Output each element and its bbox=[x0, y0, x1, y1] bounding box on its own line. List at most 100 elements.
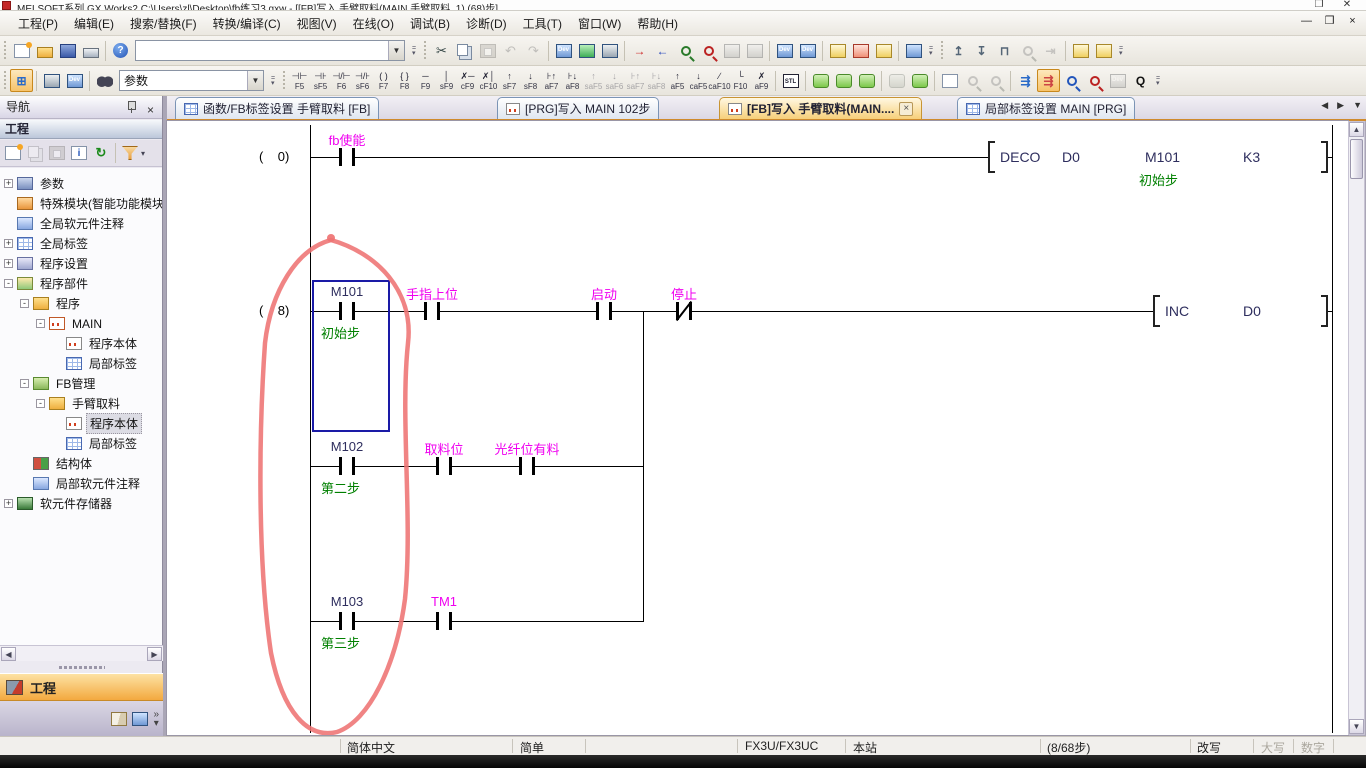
finger-up-contact[interactable] bbox=[424, 302, 440, 320]
tree-item-program-setting[interactable]: +程序设置 bbox=[4, 254, 91, 273]
program-find2-button[interactable] bbox=[984, 69, 1007, 92]
tree-item-pou[interactable]: -程序部件 bbox=[4, 274, 91, 293]
display-zoom-button[interactable]: Q bbox=[1129, 69, 1152, 92]
pin-icon[interactable] bbox=[126, 101, 136, 113]
menu-item[interactable]: 帮助(H) bbox=[629, 12, 686, 35]
menu-item[interactable]: 在线(O) bbox=[345, 12, 402, 35]
deco-arg2[interactable]: M101 bbox=[1145, 149, 1180, 165]
ladder-toolbar2-overflow-button[interactable]: =▾ bbox=[1152, 70, 1164, 92]
verify-with-plc-button[interactable] bbox=[674, 39, 697, 62]
filter-dropdown-icon[interactable]: ▾ bbox=[141, 149, 145, 158]
tree-item-local-device-comment[interactable]: 局部软元件注释 bbox=[33, 474, 143, 493]
device-comment-display-button[interactable] bbox=[552, 39, 575, 62]
scroll-up-icon[interactable]: ▲ bbox=[1349, 122, 1364, 137]
trace-search-button[interactable] bbox=[1016, 39, 1039, 62]
inc-arg1[interactable]: D0 bbox=[1243, 303, 1261, 319]
program-check-button[interactable] bbox=[938, 69, 961, 92]
ladder-symbol-key-button[interactable]: ↓saF6 bbox=[604, 68, 625, 94]
note-batch-button[interactable] bbox=[908, 69, 931, 92]
device-display-button[interactable] bbox=[63, 69, 86, 92]
tree-item-fb-management[interactable]: -FB管理 bbox=[20, 374, 98, 393]
comment-display-toggle-button[interactable]: ⇶ bbox=[1014, 69, 1037, 92]
ladder-symbol-key-button[interactable]: ⊦↑saF7 bbox=[625, 68, 646, 94]
verify-diff-button[interactable] bbox=[697, 39, 720, 62]
combo2-dropdown-icon[interactable]: ▼ bbox=[247, 71, 263, 90]
note-edit-button[interactable] bbox=[832, 69, 855, 92]
ladder-symbol-key-button[interactable]: ↓sF8 bbox=[520, 68, 541, 94]
new-file-button[interactable] bbox=[10, 39, 33, 62]
ladder-symbol-key-button[interactable]: { }F8 bbox=[394, 68, 415, 94]
menu-item[interactable]: 诊断(D) bbox=[458, 12, 515, 35]
menu-item[interactable]: 工程(P) bbox=[10, 12, 66, 35]
ladder-symbol-key-button[interactable]: ⊦↓saF8 bbox=[646, 68, 667, 94]
write-to-plc-button[interactable]: → bbox=[628, 39, 651, 62]
function-block-selection-button[interactable] bbox=[40, 69, 63, 92]
ladder-symbol-key-button[interactable]: ✗│cF10 bbox=[478, 68, 499, 94]
tab-local-label-setting[interactable]: 局部标签设置 MAIN [PRG] bbox=[957, 97, 1135, 119]
user-library-icon[interactable] bbox=[111, 712, 127, 726]
inc-instruction[interactable]: INC bbox=[1165, 303, 1189, 319]
tab-prg-main[interactable]: [PRG]写入 MAIN 102步 bbox=[497, 97, 659, 119]
menu-item[interactable]: 窗口(W) bbox=[570, 12, 629, 35]
ladder-logic-test-stop-button[interactable] bbox=[1092, 39, 1115, 62]
copy-button[interactable] bbox=[453, 39, 476, 62]
combo-dropdown-icon[interactable]: ▼ bbox=[388, 41, 404, 60]
deco-arg1[interactable]: D0 bbox=[1062, 149, 1080, 165]
buffer-memory-monitor-button[interactable] bbox=[796, 39, 819, 62]
tree-item-main-local-label[interactable]: 局部标签 bbox=[66, 354, 140, 373]
menu-item[interactable]: 搜索/替换(F) bbox=[122, 12, 205, 35]
start-contact[interactable] bbox=[596, 302, 612, 320]
project-view-button[interactable]: 工程 bbox=[0, 673, 163, 701]
tm1-contact[interactable] bbox=[436, 612, 452, 630]
expand-icon[interactable]: + bbox=[4, 259, 13, 268]
copy-data-button[interactable] bbox=[24, 142, 46, 164]
find-contact-coil-button[interactable] bbox=[1060, 69, 1083, 92]
watch-window-3-button[interactable] bbox=[872, 39, 895, 62]
scrollbar-thumb[interactable] bbox=[1350, 139, 1363, 179]
program-find-button[interactable] bbox=[961, 69, 984, 92]
menu-item[interactable]: 转换/编译(C) bbox=[205, 12, 289, 35]
tree-item-fb-program-body[interactable]: 程序本体 bbox=[66, 414, 142, 433]
refresh-view-button[interactable]: ↻ bbox=[90, 142, 112, 164]
ladder-symbol-key-button[interactable]: ✗aF9 bbox=[751, 68, 772, 94]
tree-item-global-device-comment[interactable]: 全局软元件注释 bbox=[17, 214, 127, 233]
ladder-symbol-key-button[interactable]: ⊣/⊦sF6 bbox=[352, 68, 373, 94]
inline-statement-button[interactable] bbox=[809, 69, 832, 92]
ladder-symbol-key-button[interactable]: ─F9 bbox=[415, 68, 436, 94]
undo-button[interactable]: ↶ bbox=[499, 39, 522, 62]
panel-splitter[interactable] bbox=[0, 661, 163, 673]
expand-icon[interactable]: - bbox=[20, 299, 29, 308]
m103-contact[interactable] bbox=[339, 612, 355, 630]
print-button[interactable] bbox=[79, 39, 102, 62]
ladder-symbol-key-button[interactable]: ∕caF10 bbox=[709, 68, 730, 94]
tree-item-parameters[interactable]: +参数 bbox=[4, 174, 67, 193]
find-device-button[interactable] bbox=[1083, 69, 1106, 92]
ladder-symbol-key-button[interactable]: ⊣/⊢F6 bbox=[331, 68, 352, 94]
ladder-symbol-key-button[interactable]: ⊦↓aF8 bbox=[562, 68, 583, 94]
editor-vertical-scrollbar[interactable]: ▲ ▼ bbox=[1348, 121, 1365, 735]
find-button[interactable] bbox=[93, 69, 116, 92]
deco-arg3[interactable]: K3 bbox=[1243, 149, 1260, 165]
deco-instruction[interactable]: DECO bbox=[1000, 149, 1040, 165]
save-button[interactable] bbox=[56, 39, 79, 62]
device-test-button[interactable] bbox=[598, 39, 621, 62]
ladder-logic-test-start-button[interactable] bbox=[1069, 39, 1092, 62]
menu-item[interactable]: 工具(T) bbox=[515, 12, 570, 35]
tree-item-device-memory[interactable]: +软元件存储器 bbox=[4, 494, 115, 513]
expand-icon[interactable]: + bbox=[4, 239, 13, 248]
rung0-contact[interactable] bbox=[339, 148, 355, 166]
data-properties-button[interactable]: i bbox=[68, 142, 90, 164]
expand-icon[interactable]: - bbox=[36, 319, 45, 328]
window-restore-button[interactable]: ❒ bbox=[1312, 0, 1326, 10]
tab-fb-arm-pick-active[interactable]: [FB]写入 手臂取料(MAIN.... × bbox=[719, 97, 922, 119]
statement-edit-button[interactable] bbox=[855, 69, 878, 92]
ladder-symbol-key-button[interactable]: ( )F7 bbox=[373, 68, 394, 94]
ladder-toolbar-overflow-button[interactable]: =▾ bbox=[267, 70, 279, 92]
expand-icon[interactable]: - bbox=[20, 379, 29, 388]
tab-scroll-right-icon[interactable]: ▶ bbox=[1337, 100, 1344, 111]
window-close-button[interactable]: ✕ bbox=[1340, 0, 1354, 10]
ladder-symbol-key-button[interactable]: ↑sF7 bbox=[499, 68, 520, 94]
navigation-close-icon[interactable]: × bbox=[147, 99, 154, 121]
menu-item[interactable]: 编辑(E) bbox=[66, 12, 122, 35]
paste-data-button[interactable] bbox=[46, 142, 68, 164]
